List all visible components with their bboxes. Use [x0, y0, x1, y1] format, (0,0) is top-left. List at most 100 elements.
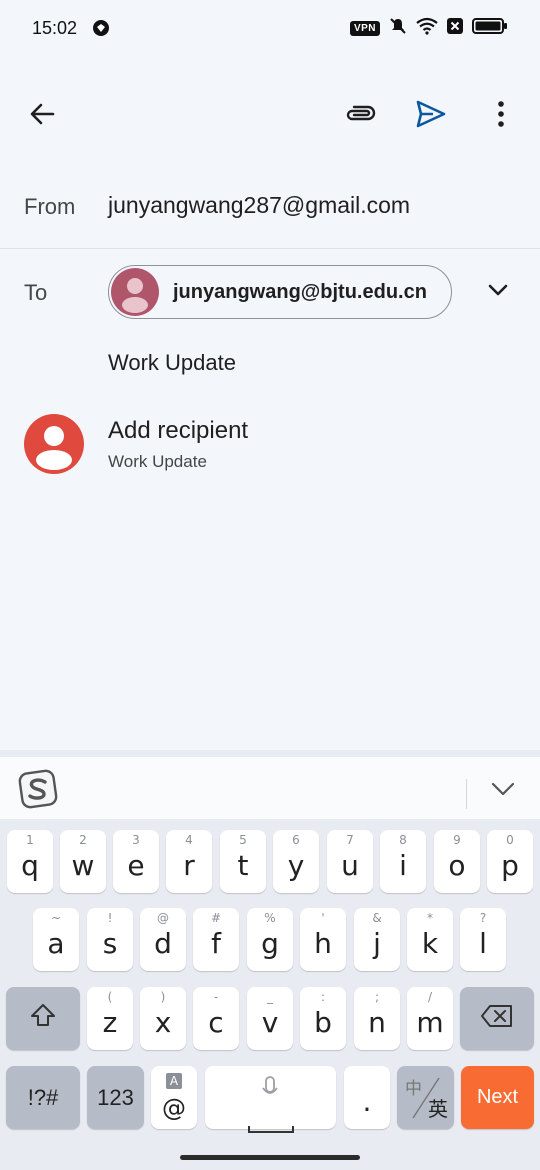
suggestion-title[interactable]: Add recipient	[108, 417, 248, 445]
key-label: m	[416, 1006, 444, 1039]
chevron-down-icon	[487, 283, 509, 302]
recipient-chip[interactable]: junyangwang@bjtu.edu.cn	[108, 265, 452, 319]
key-label: e	[127, 849, 145, 882]
status-icons: VPN	[349, 16, 508, 41]
space-key[interactable]	[205, 1066, 336, 1133]
key-label: l	[479, 927, 487, 960]
status-bar: 15:02 VPN	[0, 0, 540, 56]
shift-key[interactable]	[6, 987, 80, 1050]
key-label: v	[261, 1006, 279, 1039]
from-label: From	[24, 194, 76, 219]
key-label: i	[399, 849, 407, 882]
key-hint: %	[264, 911, 276, 925]
home-indicator[interactable]	[180, 1155, 360, 1160]
no-sim-icon	[446, 17, 464, 40]
key-hint: #	[210, 911, 222, 925]
key-label: s	[102, 927, 118, 960]
key-hint: 1	[26, 833, 34, 847]
key-b[interactable]: :b	[300, 987, 346, 1050]
microphone-icon	[261, 1076, 279, 1109]
key-hint: 2	[79, 833, 87, 847]
key-label: n	[368, 1006, 386, 1039]
key-r[interactable]: 4r	[166, 830, 212, 893]
backspace-icon	[480, 1002, 514, 1035]
key-hint: 5	[239, 833, 247, 847]
recipient-chip-label: junyangwang@bjtu.edu.cn	[173, 280, 427, 303]
language-switch-key[interactable]: 中 英	[397, 1066, 454, 1129]
status-time: 15:02	[32, 17, 78, 38]
shift-icon	[29, 1002, 57, 1035]
key-c[interactable]: -c	[193, 987, 239, 1050]
key-e[interactable]: 3e	[113, 830, 159, 893]
suggestion-avatar	[24, 414, 84, 474]
sogou-logo-icon[interactable]	[18, 769, 58, 814]
back-button[interactable]	[16, 86, 68, 146]
key-j[interactable]: & j	[354, 908, 400, 971]
key-i[interactable]: 8i	[380, 830, 426, 893]
key-label: g	[261, 927, 279, 960]
key-label: f	[211, 927, 221, 960]
key-hint: 6	[292, 833, 300, 847]
from-field[interactable]: junyangwang287@gmail.com	[108, 192, 410, 219]
key-m[interactable]: / m	[407, 987, 453, 1050]
numbers-key[interactable]: 123	[87, 1066, 144, 1129]
key-p[interactable]: 0p	[487, 830, 533, 893]
key-y[interactable]: 6y	[273, 830, 319, 893]
key-hint: -	[213, 990, 219, 1004]
key-label: z	[102, 1006, 118, 1039]
backspace-key[interactable]	[460, 987, 534, 1050]
key-label: .	[362, 1085, 372, 1118]
key-v[interactable]: _ v	[247, 987, 293, 1050]
key-hint: &	[372, 911, 382, 925]
avatar	[111, 268, 159, 316]
key-hint: ?	[479, 911, 487, 925]
key-z[interactable]: (z	[87, 987, 133, 1050]
key-d[interactable]: @ d	[140, 908, 186, 971]
more-options-button[interactable]	[475, 86, 527, 146]
key-a[interactable]: ~ a	[33, 908, 79, 971]
compose-toolbar	[0, 86, 540, 146]
key-t[interactable]: 5t	[220, 830, 266, 893]
key-w[interactable]: 2w	[60, 830, 106, 893]
subject-field[interactable]: Work Update	[108, 350, 236, 376]
key-hint: ;	[374, 990, 380, 1004]
key-f[interactable]: # f	[193, 908, 239, 971]
key-label: w	[71, 849, 95, 882]
key-n[interactable]: ; n	[354, 987, 400, 1050]
key-s[interactable]: ! s	[87, 908, 133, 971]
attach-button[interactable]	[334, 86, 386, 146]
lang-bottom-label: 英	[428, 1097, 448, 1121]
key-hint: @	[157, 911, 169, 925]
symbols-key[interactable]: !?#	[6, 1066, 80, 1129]
key-u[interactable]: 7u	[327, 830, 373, 893]
divider	[0, 248, 540, 249]
key-q[interactable]: 1q	[7, 830, 53, 893]
key-label: p	[501, 849, 519, 882]
paperclip-icon	[343, 103, 377, 130]
key-label: j	[373, 927, 381, 960]
key-g[interactable]: % g	[247, 908, 293, 971]
vpn-badge: VPN	[349, 20, 380, 36]
key-hint: (	[107, 990, 113, 1004]
key-hint: 7	[346, 833, 354, 847]
period-key[interactable]: .	[344, 1066, 390, 1129]
key-x[interactable]: ) x	[140, 987, 186, 1050]
key-label: r	[183, 849, 195, 882]
send-button[interactable]	[405, 86, 457, 146]
key-o[interactable]: 9o	[434, 830, 480, 893]
next-key[interactable]: Next	[461, 1066, 534, 1129]
expand-recipients-button[interactable]	[472, 262, 524, 322]
collapse-keyboard-button[interactable]	[490, 781, 516, 802]
key-hint: _	[267, 990, 273, 1004]
at-key[interactable]: A @	[151, 1066, 197, 1129]
key-label: d	[154, 927, 172, 960]
send-icon	[415, 99, 447, 134]
key-hint: )	[160, 990, 166, 1004]
key-h[interactable]: ' h	[300, 908, 346, 971]
key-k[interactable]: * k	[407, 908, 453, 971]
key-l[interactable]: ? l	[460, 908, 506, 971]
key-hint: 4	[185, 833, 193, 847]
at-key-hint: A	[166, 1073, 182, 1089]
key-label: t	[237, 849, 249, 882]
key-label: u	[341, 849, 359, 882]
